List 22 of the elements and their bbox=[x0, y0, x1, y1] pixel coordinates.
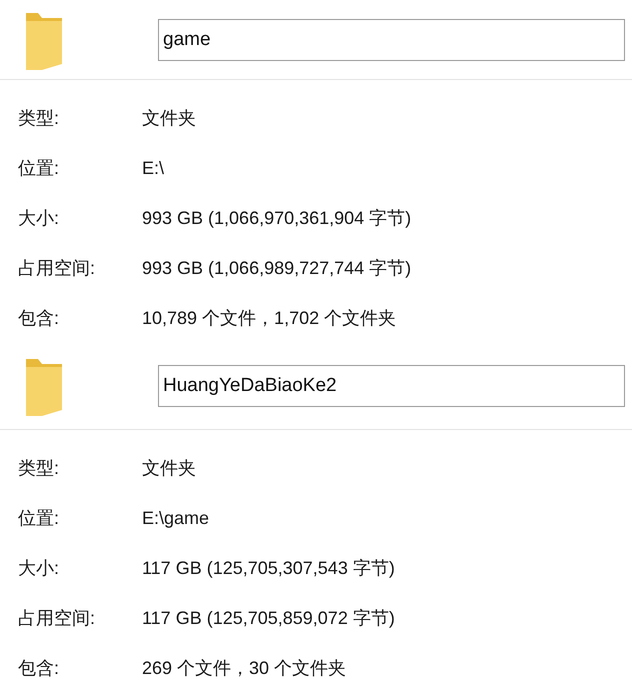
property-label: 大小: bbox=[17, 207, 60, 230]
property-label: 位置: bbox=[17, 507, 60, 530]
property-label: 包含: bbox=[17, 657, 60, 680]
property-value: 993 GB (1,066,970,361,904 字节) bbox=[142, 207, 412, 230]
property-label: 位置: bbox=[17, 157, 60, 180]
property-label: 大小: bbox=[17, 557, 60, 580]
property-value: 10,789 个文件，1,702 个文件夹 bbox=[142, 307, 396, 330]
property-value: 993 GB (1,066,989,727,744 字节) bbox=[142, 257, 412, 280]
property-label: 包含: bbox=[17, 307, 60, 330]
property-value: E:\ bbox=[142, 158, 164, 178]
property-label: 类型: bbox=[17, 457, 60, 480]
name-field[interactable]: game bbox=[158, 18, 625, 60]
property-label: 占用空间: bbox=[17, 607, 96, 630]
property-label: 类型: bbox=[17, 107, 60, 130]
property-label: 占用空间: bbox=[17, 257, 96, 280]
property-value: 文件夹 bbox=[142, 107, 196, 130]
property-value: 269 个文件，30 个文件夹 bbox=[142, 657, 346, 680]
property-value: 117 GB (125,705,307,543 字节) bbox=[142, 557, 395, 580]
property-value: E:\game bbox=[142, 508, 210, 528]
name-field[interactable]: HuangYeDaBiaoKe2 bbox=[158, 365, 625, 407]
property-value: 117 GB (125,705,859,072 字节) bbox=[142, 607, 395, 630]
property-value: 文件夹 bbox=[142, 457, 196, 480]
